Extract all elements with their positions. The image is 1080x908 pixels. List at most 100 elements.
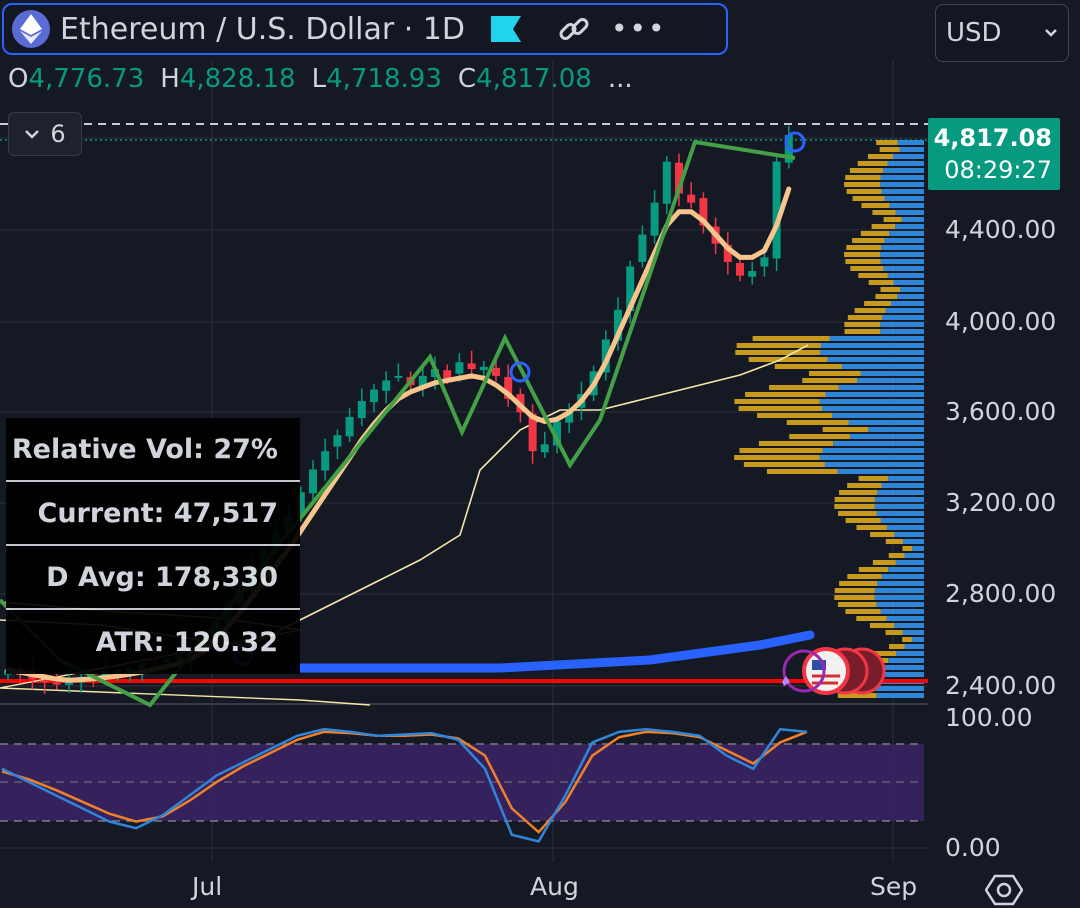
us-flag-icon (802, 647, 850, 695)
candle-body (40, 680, 49, 683)
volume-profile-bar (748, 357, 828, 362)
ohlc-legend: O 4,776.73 H 4,828.18 L 4,718.93 C 4,817.08 … (8, 64, 633, 94)
open-value: 4,776.73 (28, 64, 145, 94)
volume-profile-bar (880, 518, 924, 523)
volume-profile-bar (874, 686, 924, 691)
volume-profile-bar (901, 217, 924, 222)
candle-body (370, 389, 378, 403)
volume-profile-bar (900, 287, 924, 292)
time-axis-label: Jul (192, 872, 223, 901)
volume-profile-bar (888, 553, 905, 558)
last-price-label: 4,817.08 08:29:27 (928, 118, 1060, 190)
volume-profile-bar (880, 182, 924, 187)
volume-profile-bar (824, 462, 924, 467)
link-icon[interactable] (557, 12, 591, 46)
volume-profile-bar (881, 245, 924, 250)
volume-profile-bar (786, 420, 849, 425)
volume-profile-bar (869, 623, 895, 628)
candle-body (455, 362, 464, 374)
settings-icon[interactable] (985, 872, 1023, 908)
volume-profile-bar (868, 280, 894, 285)
volume-profile-bar (881, 483, 924, 488)
volume-profile-bar (849, 434, 924, 439)
volume-profile-bar (847, 315, 883, 320)
volume-profile-bar (895, 560, 924, 565)
volume-profile-bar (857, 378, 924, 383)
volume-profile-bar (827, 357, 924, 362)
candle-body (333, 435, 342, 447)
candle-body (760, 257, 769, 267)
close-label: C (457, 64, 477, 94)
symbol-title[interactable]: Ethereum / U.S. Dollar · 1D (60, 12, 465, 47)
volume-profile-bar (822, 427, 869, 432)
volume-profile-bar (841, 364, 924, 369)
volume-profile-bar (829, 336, 924, 341)
volume-profile-bar (880, 259, 924, 264)
volume-profile-bar (891, 301, 924, 306)
volume-profile-bar (739, 448, 823, 453)
volume-profile-bar (879, 147, 900, 152)
volume-profile-bar (734, 455, 820, 460)
volume-profile-bar (877, 490, 924, 495)
ethereum-icon (12, 10, 50, 48)
indicators-collapse-button[interactable]: 6 (8, 112, 82, 156)
volume-profile-bar (885, 630, 903, 635)
candle-body (321, 451, 330, 471)
volume-profile-bar (912, 637, 924, 642)
volume-profile-bar (825, 392, 924, 397)
relative-volume-table: Relative Vol: 27% Current: 47,517 D Avg:… (6, 418, 300, 674)
volume-profile-bar (893, 280, 924, 285)
volume-profile-bar (880, 609, 924, 614)
volume-profile-bar (752, 336, 830, 341)
volume-profile-bar (874, 504, 924, 509)
price-axis-label: 4,000.00 (945, 307, 1057, 336)
volume-profile-bar (844, 252, 881, 257)
volume-profile-bar (844, 322, 881, 327)
volume-profile-bar (881, 665, 924, 670)
volume-profile-bar (838, 385, 924, 390)
volume-profile-bar (844, 182, 881, 187)
volume-profile-bar (895, 224, 924, 229)
more-options-icon[interactable]: ••• (611, 15, 667, 43)
volume-profile-bar (876, 511, 924, 516)
open-label: O (8, 64, 29, 94)
volume-profile-bar (860, 231, 890, 236)
volume-profile-bar (902, 546, 913, 551)
volume-profile-bar (894, 532, 924, 537)
candle-body (309, 469, 317, 494)
volume-profile-bar (839, 490, 878, 495)
volume-profile-bar (757, 413, 833, 418)
volume-profile-bar (852, 196, 885, 201)
volume-profile-bar (846, 245, 882, 250)
volume-profile-bar (893, 154, 924, 159)
volume-profile-bar (880, 287, 901, 292)
volume-profile-bar (895, 210, 924, 215)
volume-profile-bar (902, 539, 924, 544)
volume-profile-bar (881, 189, 924, 194)
volume-profile-bar (837, 602, 877, 607)
volume-profile-bar (858, 567, 889, 572)
volume-profile-bar (766, 469, 838, 474)
blue-moving-average (295, 630, 815, 673)
volume-profile-bar (872, 560, 896, 565)
volume-profile-bar (856, 616, 887, 621)
currency-select[interactable]: USD (935, 4, 1069, 62)
volume-profile-bar (904, 553, 924, 558)
volume-profile-bar (880, 329, 924, 334)
volume-profile-bar (887, 273, 924, 278)
volume-profile-bar (888, 476, 924, 481)
volume-profile-bar (820, 350, 924, 355)
volume-profile-bar (847, 574, 882, 579)
volume-profile-bar (883, 217, 902, 222)
volume-profile-bar (758, 441, 834, 446)
flag-icon[interactable] (491, 16, 521, 42)
candle-body (662, 161, 671, 204)
volume-profile-bar (854, 308, 886, 313)
volume-profile-bar (870, 532, 895, 537)
symbol-header[interactable]: Ethereum / U.S. Dollar · 1D ••• (2, 3, 728, 55)
price-axis-label: 3,200.00 (945, 488, 1057, 517)
volume-profile-bar (845, 518, 881, 523)
volume-profile-bar (887, 161, 924, 166)
oscillator-axis-label: 100.00 (945, 703, 1033, 732)
price-axis-label: 3,600.00 (945, 397, 1057, 426)
